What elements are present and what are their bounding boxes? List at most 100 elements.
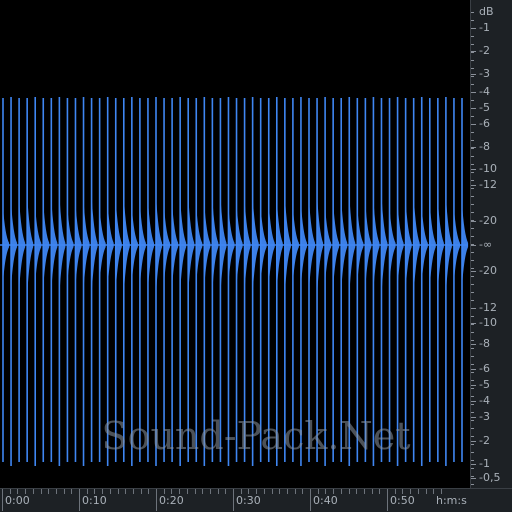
waveform-decay	[67, 207, 74, 283]
waveform-decay	[252, 195, 259, 295]
time-minor-tick	[202, 489, 203, 494]
waveform-transient	[412, 98, 420, 462]
db-minor-tick	[471, 412, 474, 413]
db-minor-tick	[471, 380, 474, 381]
db-minor-tick	[471, 284, 474, 285]
db-minor-tick	[471, 300, 474, 301]
waveform-decay	[429, 203, 436, 287]
db-minor-tick	[471, 196, 474, 197]
db-label: -6	[479, 117, 490, 130]
db-minor-tick	[471, 212, 474, 213]
db-minor-tick	[471, 68, 474, 69]
time-minor-tick	[372, 489, 373, 494]
waveform-decay	[260, 207, 267, 283]
time-label: 0:00	[5, 494, 30, 507]
db-minor-tick	[471, 356, 474, 357]
time-major-tick	[233, 489, 234, 511]
db-minor-tick	[471, 108, 474, 109]
waveform-transient	[179, 97, 187, 466]
db-minor-tick	[471, 404, 474, 405]
waveform-transient	[348, 97, 356, 466]
waveform-decay	[284, 195, 291, 295]
db-minor-tick	[471, 388, 474, 389]
time-minor-tick	[110, 489, 111, 494]
time-label: 0:20	[159, 494, 184, 507]
waveform-decay	[139, 203, 146, 287]
waveform-decay	[421, 207, 428, 283]
time-minor-tick	[179, 489, 180, 494]
db-scale-ruler: dB -1 -2 -3 -4 -5 -6 -8 -10 -12 -20 -∞ -20 -12 -10 -8 -…	[470, 0, 512, 488]
time-major-tick	[2, 489, 3, 511]
time-minor-tick	[379, 489, 380, 494]
waveform-transient	[139, 98, 146, 462]
db-minor-tick	[471, 60, 474, 61]
waveform-transient	[308, 98, 316, 462]
waveform-transient	[332, 98, 340, 462]
db-minor-tick	[471, 316, 474, 317]
time-label: 0:40	[313, 494, 338, 507]
waveform-decay	[341, 199, 348, 291]
db-minor-tick	[471, 44, 474, 45]
db-label: -20	[479, 264, 497, 277]
db-minor-tick	[471, 268, 474, 269]
waveform-decay	[3, 207, 10, 283]
time-minor-tick	[333, 489, 334, 494]
db-minor-tick	[471, 420, 474, 421]
waveform-transient	[364, 98, 372, 462]
time-minor-tick	[10, 489, 11, 494]
waveform-transient	[356, 98, 364, 462]
db-tick	[471, 169, 476, 170]
time-minor-tick	[318, 489, 319, 494]
db-minor-tick	[471, 396, 474, 397]
waveform-transient	[114, 98, 122, 462]
db-minor-tick	[471, 84, 474, 85]
db-label: -5	[479, 378, 490, 391]
waveform-transient	[147, 98, 154, 462]
waveform-decay	[228, 207, 235, 283]
db-tick	[471, 369, 476, 370]
waveform-transient	[106, 97, 114, 466]
waveform-transient	[66, 98, 74, 462]
waveform-display[interactable]	[0, 0, 470, 488]
waveform-transient	[74, 98, 82, 462]
waveform-transient	[380, 98, 388, 462]
time-minor-tick	[141, 489, 142, 494]
time-minor-tick	[418, 489, 419, 494]
waveform-decay	[147, 199, 154, 291]
waveform-decay	[11, 203, 18, 287]
waveform-transient	[211, 98, 219, 462]
waveform-transient	[10, 97, 18, 466]
db-tick	[471, 271, 476, 272]
db-label: -0,5	[479, 471, 501, 484]
time-minor-tick	[218, 489, 219, 494]
waveform-decay	[107, 203, 114, 287]
db-label: -8	[479, 337, 490, 350]
waveform-transient	[428, 98, 436, 462]
db-minor-tick	[471, 252, 474, 253]
db-label: -12	[479, 178, 497, 191]
time-ruler[interactable]: h:m:s 0:00 0:10 0:20 0:30 0:40 0:50	[0, 488, 512, 512]
time-major-tick	[310, 489, 311, 511]
db-label: -1	[479, 21, 490, 34]
waveform-transient	[42, 98, 50, 462]
waveform-decay	[413, 195, 420, 295]
waveform-transient	[195, 98, 203, 462]
waveform-decay	[115, 199, 122, 291]
waveform-decay	[83, 199, 90, 291]
db-label: -2	[479, 434, 490, 447]
waveform-transient	[82, 97, 90, 466]
db-label: -3	[479, 410, 490, 423]
db-minor-tick	[471, 76, 474, 77]
db-minor-tick	[471, 436, 474, 437]
waveform-graph[interactable]	[0, 0, 470, 488]
waveform-decay	[19, 199, 26, 291]
db-label: -10	[479, 316, 497, 329]
waveform-transient	[453, 98, 460, 462]
waveform-decay	[453, 207, 460, 283]
db-minor-tick	[471, 180, 474, 181]
waveform-decay	[156, 195, 163, 295]
waveform-transient	[316, 98, 324, 462]
db-label: -2	[479, 44, 490, 57]
waveform-decay	[196, 207, 203, 283]
db-minor-tick	[471, 364, 474, 365]
